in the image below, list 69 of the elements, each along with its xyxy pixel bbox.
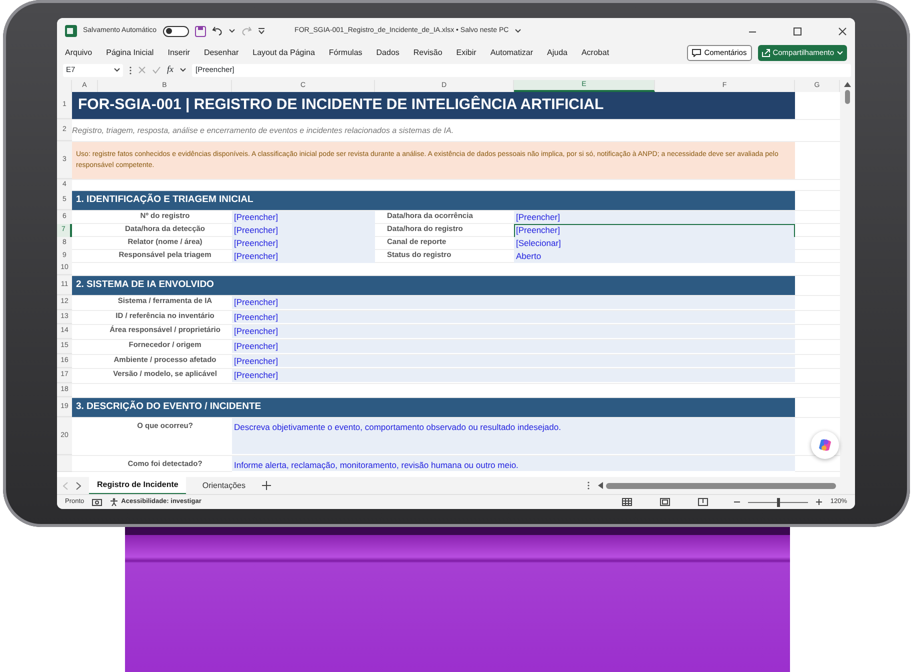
save-icon[interactable] [194,26,206,36]
field-value[interactable]: [Preencher] [514,211,795,225]
sheet-tab[interactable]: Registro de Incidente [89,476,186,494]
share-icon [762,49,770,57]
field-value[interactable]: Informe alerta, reclamação, monitoramento, revisão humana ou outro meio. [232,456,795,472]
field-value[interactable]: [Preencher] [232,354,795,368]
field-value[interactable]: [Preencher] [232,211,375,225]
autosave-toggle[interactable] [162,26,189,36]
excel-logo-icon [65,25,77,37]
menu-item[interactable]: Automatizar [490,47,533,59]
page-break-preview-icon[interactable] [698,498,708,506]
menu-item[interactable]: Revisão [413,47,442,59]
insert-function-button[interactable]: fx [167,63,174,77]
macro-recording-icon[interactable] [92,498,102,506]
copilot-button[interactable] [811,431,839,459]
caret-icon[interactable] [180,68,186,72]
add-sheet-icon[interactable] [262,481,270,490]
slider-thumb[interactable] [776,498,780,506]
menu-item[interactable]: Página Inicial [106,47,154,59]
field-value[interactable]: [Preencher] [232,250,375,264]
field-value[interactable]: Descreva objetivamente o evento, comportamento observado ou resultado indesejado. [232,418,795,455]
close-icon[interactable] [838,26,847,36]
field-value[interactable]: [Selecionar] [514,237,795,251]
menu-item[interactable]: Dados [376,47,400,59]
page-layout-icon[interactable] [660,498,670,506]
field-value[interactable]: [Preencher] [232,369,795,383]
normal-view-icon[interactable] [622,498,632,506]
field-value[interactable]: [Preencher] [232,224,375,238]
sheet-tab[interactable]: Orientações [194,478,254,494]
vertical-scrollbar-thumb[interactable] [845,90,850,104]
menu-item[interactable]: Fórmulas [328,47,362,59]
field-value[interactable]: [Preencher] [232,325,795,339]
undo-icon[interactable] [212,26,223,36]
menu-item[interactable]: Layout da Página [252,47,315,59]
copilot-icon [818,438,832,452]
field-value[interactable]: [Preencher] [232,296,795,310]
menu-item[interactable]: Ajuda [547,47,568,59]
check-icon[interactable] [152,66,161,74]
caret-icon[interactable] [228,29,235,33]
caret-icon [837,51,843,55]
section-header: 1. IDENTIFICAÇÃO E TRIAGEM INICIAL [72,191,795,210]
menu-item[interactable]: Desenhar [204,47,239,59]
sheet-subtitle: Registro, triagem, resposta, análise e encerramento de eventos e incidentes relacionados a sistemas de IA. [72,124,455,137]
menu-item[interactable]: Exibir [456,47,476,59]
field-value[interactable]: [Preencher] [232,340,795,354]
scroll-left-icon[interactable] [598,482,602,489]
field-value[interactable]: Aberto [514,250,795,264]
section-header: 3. DESCRIÇÃO DO EVENTO / INCIDENTE [72,398,795,417]
menu-item[interactable]: Inserir [168,47,190,59]
accessibility-icon[interactable] [110,498,118,506]
maximize-icon[interactable] [793,26,802,36]
more-icon[interactable] [129,66,132,74]
caret-icon[interactable] [514,29,521,33]
comment-icon [692,49,702,57]
field-value[interactable]: [Preencher] [232,310,795,324]
more-icon[interactable] [586,481,590,490]
next-sheet-icon[interactable] [76,482,81,490]
section-header: 2. SISTEMA DE IA ENVOLVIDO [72,276,795,295]
field-value[interactable]: [Preencher] [232,237,375,251]
menu-item[interactable]: Arquivo [65,47,92,59]
menu-item[interactable]: Acrobat [581,47,610,59]
zoom-out-icon[interactable] [734,499,740,505]
customize-icon[interactable] [258,28,265,34]
zoom-in-icon[interactable] [816,499,822,505]
scroll-up-icon[interactable] [844,82,851,87]
horizontal-scrollbar-thumb[interactable] [606,482,836,488]
caret-icon [114,68,120,72]
sheet-title: FOR-SGIA-001 | REGISTRO DE INCIDENTE DE INTELIGÊNCIA ARTIFICIAL [72,92,795,119]
field-value[interactable]: [Preencher] [514,224,795,238]
